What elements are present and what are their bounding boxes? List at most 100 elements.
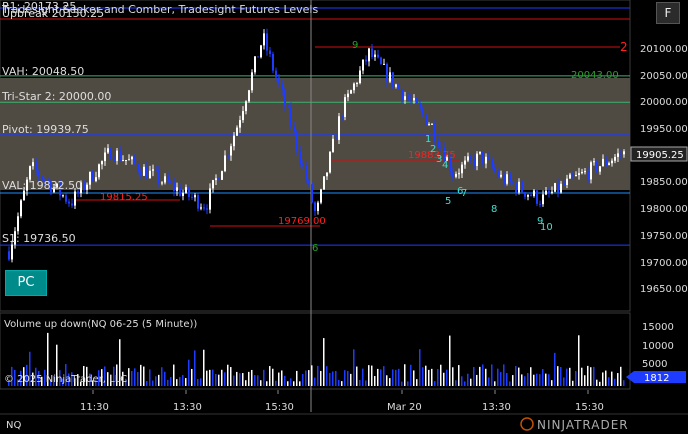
volume-bar: [530, 367, 532, 386]
volume-bar: [140, 364, 142, 386]
candle-body: [101, 161, 103, 165]
volume-bar: [170, 377, 172, 386]
seq-7: 7: [461, 188, 467, 199]
price-tick: 19750.00: [640, 231, 688, 242]
price-axis[interactable]: 20100.00 20050.00 20000.00 19950.00 1985…: [630, 44, 688, 295]
candle-body: [572, 174, 574, 177]
volume-bar: [296, 370, 298, 386]
time-label: 13:30: [173, 402, 202, 413]
volume-bar: [128, 368, 130, 386]
candle-body: [134, 156, 136, 164]
candle-body: [554, 183, 556, 192]
volume-bar: [356, 366, 358, 386]
candle-body: [236, 127, 238, 136]
candle-body: [536, 190, 538, 204]
volume-bar: [344, 370, 346, 386]
volume-bar: [326, 366, 328, 386]
volume-bar: [437, 369, 439, 386]
candle-body: [176, 187, 178, 191]
volume-bar: [482, 364, 484, 386]
volume-bar: [329, 372, 331, 386]
volume-bar: [266, 381, 268, 386]
volume-bar: [371, 365, 373, 386]
candle-body: [185, 187, 187, 193]
volume-bar: [308, 370, 310, 386]
volume-bar: [158, 374, 160, 386]
current-price: 19905.25: [636, 150, 684, 161]
volume-bar: [485, 368, 487, 386]
f-button[interactable]: F: [656, 2, 680, 24]
volume-bar: [434, 381, 436, 386]
candle-body: [146, 166, 148, 179]
val-label: VAL: 19832.50: [2, 179, 82, 192]
candle-body: [275, 70, 277, 78]
volume-bar: [410, 364, 412, 386]
candle-body: [293, 126, 295, 132]
candle-body: [398, 84, 400, 90]
candle-body: [263, 33, 265, 46]
candle-body: [149, 170, 151, 179]
candle-body: [296, 131, 298, 151]
candle-body: [434, 123, 436, 141]
candle-body: [608, 163, 610, 166]
candle-body: [374, 54, 376, 57]
volume-bar: [578, 335, 580, 386]
volume-bar: [275, 380, 277, 386]
volume-bar: [491, 364, 493, 386]
candle-body: [539, 203, 541, 205]
volume-bar: [560, 367, 562, 386]
candle-body: [557, 183, 559, 193]
volume-bar: [401, 381, 403, 386]
volume-bar: [179, 376, 181, 386]
candle-body: [431, 123, 433, 125]
annotation-2: 2: [620, 40, 628, 54]
volume-bar: [527, 373, 529, 386]
candle-body: [203, 207, 205, 209]
volume-bar: [617, 373, 619, 386]
candle-body: [590, 162, 592, 180]
volume-bar: [236, 371, 238, 386]
candle-body: [416, 97, 418, 104]
volume-bar: [449, 335, 451, 386]
volume-bar: [137, 372, 139, 386]
seq-8: 8: [491, 204, 497, 215]
volume-bar: [215, 373, 217, 386]
price-tick: 19850.00: [640, 177, 688, 188]
candle-body: [167, 176, 169, 183]
volume-bar: [452, 367, 454, 386]
volume-bar: [521, 374, 523, 386]
volume-bar: [218, 374, 220, 386]
volume-bar: [467, 373, 469, 386]
volume-bar: [143, 366, 145, 386]
volume-bar: [443, 372, 445, 386]
candle-body: [578, 173, 580, 176]
volume-bar: [611, 371, 613, 386]
price-tick: 19950.00: [640, 124, 688, 135]
candle-body: [89, 171, 91, 185]
candle-body: [455, 173, 457, 177]
volume-bar: [404, 364, 406, 386]
chart-canvas[interactable]: R1: 20173.25 Upbreak 20150.25 Tradesight…: [0, 0, 688, 434]
candle-body: [230, 146, 232, 156]
volume-bar: [488, 377, 490, 386]
candle-body: [113, 158, 115, 161]
volume-bar: [341, 381, 343, 386]
candle-body: [179, 187, 181, 197]
time-axis[interactable]: 11:30 13:30 15:30 Mar 20 13:30 15:30: [80, 390, 604, 413]
volume-bar: [272, 368, 274, 386]
candle-body: [347, 93, 349, 98]
candle-body: [569, 174, 571, 179]
candle-body: [197, 195, 199, 209]
candle-body: [200, 207, 202, 209]
volume-bar: [569, 367, 571, 386]
volume-bar: [386, 375, 388, 386]
volume-bar: [464, 381, 466, 386]
pc-button[interactable]: PC: [5, 270, 47, 296]
volume-bar: [302, 374, 304, 386]
candle-body: [509, 174, 511, 182]
volume-bar: [620, 366, 622, 386]
candle-body: [575, 175, 577, 177]
candle-body: [248, 90, 250, 102]
candle-body: [164, 176, 166, 183]
candle-body: [365, 59, 367, 62]
